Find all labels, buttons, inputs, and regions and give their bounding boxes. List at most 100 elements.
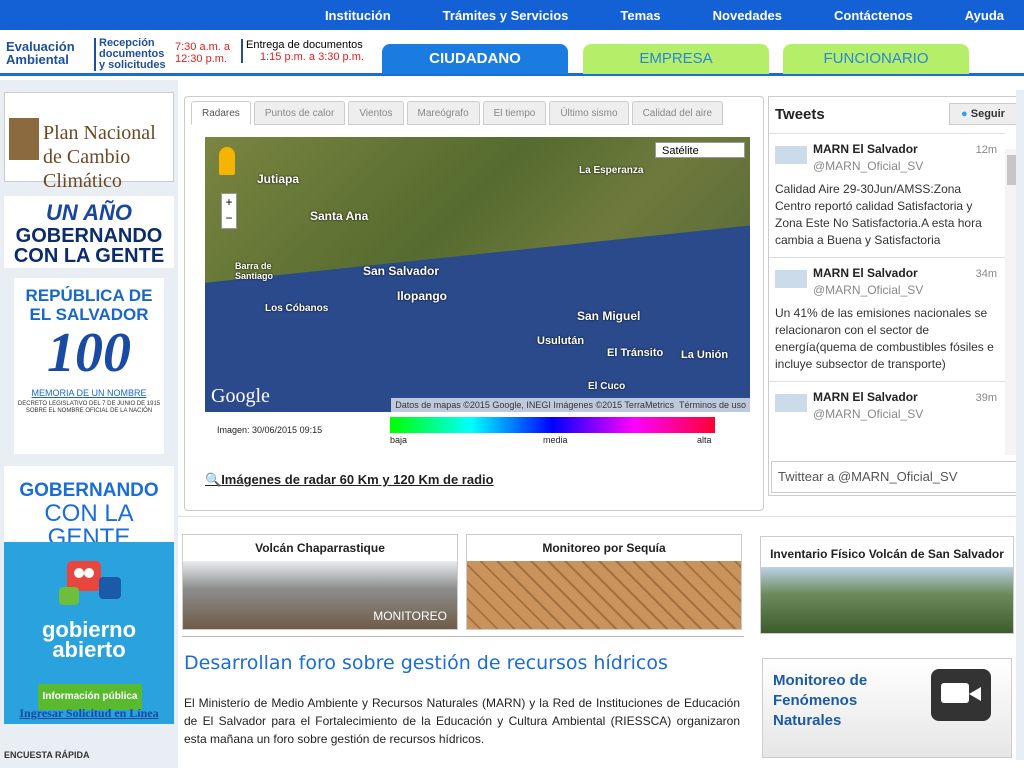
- pegman-icon[interactable]: [219, 147, 235, 175]
- tweet-list: MARN El Salvador @MARN_Oficial_SV 12m Ca…: [769, 133, 1005, 459]
- unano-line1: GOBERNANDO: [15, 225, 163, 247]
- tweet-handle: @MARN_Oficial_SV: [813, 159, 924, 173]
- news-headline[interactable]: Desarrollan foro sobre gestión de recurs…: [184, 652, 668, 674]
- tweet-item[interactable]: MARN El Salvador @MARN_Oficial_SV 34m Un…: [769, 257, 1005, 381]
- tab-ultimo-sismo[interactable]: Último sismo: [549, 101, 629, 125]
- encuesta-rapida[interactable]: ENCUESTA RÁPIDA: [4, 750, 174, 768]
- video-camera-icon: [931, 669, 991, 721]
- map-terms-link[interactable]: Términos de uso: [679, 400, 746, 410]
- tweet-handle: @MARN_Oficial_SV: [813, 407, 924, 421]
- zoom-control[interactable]: + −: [221, 193, 237, 229]
- scale-high: alta: [697, 435, 712, 445]
- tweet-text: Calidad Aire 29-30Jun/AMSS:Zona Centro r…: [775, 182, 982, 247]
- tab-puntos-calor[interactable]: Puntos de calor: [253, 101, 346, 125]
- rep-memoria: MEMORIA DE UN NOMBRE: [31, 388, 147, 398]
- map-label-la-esperanza: La Esperanza: [579, 165, 644, 176]
- republica-banner[interactable]: REPÚBLICA DE EL SALVADOR 100 MEMORIA DE …: [14, 278, 164, 454]
- radar-link-text: Imágenes de radar 60 Km y 120 Km de radi…: [221, 472, 494, 487]
- map-attribution-text: Datos de mapas ©2015 Google, INEGI Imáge…: [395, 400, 674, 410]
- top-navigation: Institución Trámites y Servicios Temas N…: [0, 0, 1024, 30]
- volcan-title: Volcán Chaparrastique: [255, 541, 385, 555]
- inventario-image: [761, 567, 1013, 633]
- tweet-item[interactable]: MARN El Salvador @MARN_Oficial_SV 12m Ca…: [769, 133, 1005, 257]
- tweet-text: Un 41% de las emisiones nacionales se re…: [775, 306, 994, 371]
- ent-time: 1:15 p.m. a 3:30 p.m.: [260, 51, 364, 63]
- volcan-chaparrastique-card[interactable]: Volcán Chaparrastique MONITOREO: [182, 534, 458, 630]
- tweet-time: 39m: [975, 392, 997, 404]
- right-edge-bar: [1016, 90, 1024, 760]
- plan-nacional-banner[interactable]: Plan Nacional de Cambio Climático: [4, 92, 174, 192]
- tab-ciudadano[interactable]: CIUDADANO: [382, 44, 568, 74]
- map-label-los-cobanos: Los Cóbanos: [265, 303, 329, 314]
- rtime-line2: 12:30 p.m.: [175, 53, 227, 65]
- plan-title: Plan Nacional de Cambio Climático: [43, 122, 156, 192]
- rec-line3: y solicitudes: [99, 59, 166, 71]
- twitter-bird-icon: ●: [961, 108, 968, 120]
- tab-radares[interactable]: Radares: [191, 101, 251, 125]
- intensity-scale-bar: [390, 417, 715, 433]
- radar-tabs: Radares Puntos de calor Vientos Mareógra…: [191, 101, 726, 125]
- tweets-title: Tweets: [775, 106, 825, 123]
- tweets-widget: Tweets ● Seguir MARN El Salvador @MARN_O…: [768, 96, 1022, 496]
- tab-el-tiempo[interactable]: El tiempo: [482, 101, 547, 125]
- tab-vientos[interactable]: Vientos: [348, 101, 404, 125]
- monitoreo-line3: Naturales: [773, 712, 842, 729]
- monitoreo-line1: Monitoreo de: [773, 672, 868, 689]
- tab-funcionario[interactable]: FUNCIONARIO: [783, 44, 969, 74]
- map-type-select[interactable]: Satélite: [655, 142, 745, 158]
- radar-images-link[interactable]: 🔍Imágenes de radar 60 Km y 120 Km de rad…: [205, 472, 494, 488]
- entrega-label: Entrega de documentos 1:15 p.m. a 3:30 p…: [241, 39, 364, 63]
- nav-contactenos[interactable]: Contáctenos: [834, 8, 913, 23]
- satellite-map[interactable]: Jutiapa Santa Ana San Salvador Ilopango …: [205, 137, 750, 412]
- rep-100: 100: [47, 322, 131, 384]
- tweet-item[interactable]: MARN El Salvador @MARN_Oficial_SV 39m: [769, 381, 1005, 429]
- scale-low: baja: [390, 435, 408, 445]
- nav-institucion[interactable]: Institución: [325, 8, 391, 23]
- nav-novedades[interactable]: Novedades: [713, 8, 782, 23]
- ea-line2: Ambiental: [6, 52, 69, 67]
- avatar: [775, 146, 807, 164]
- monitoreo-fenomenos-card[interactable]: Monitoreo de Fenómenos Naturales: [762, 658, 1012, 758]
- tweet-compose-input[interactable]: Twittear a @MARN_Oficial_SV: [771, 461, 1019, 493]
- follow-button[interactable]: ● Seguir: [949, 103, 1017, 125]
- tab-empresa[interactable]: EMPRESA: [583, 44, 769, 74]
- inventario-volcan-card[interactable]: Inventario Físico Volcán de San Salvador: [760, 536, 1014, 634]
- un-ano-banner[interactable]: UN AÑO GOBERNANDO CON LA GENTE: [4, 196, 174, 268]
- tweet-handle: @MARN_Oficial_SV: [813, 283, 924, 297]
- rep-decreto: DECRETO LEGISLATIVO DEL 7 DE JUNIO DE 19…: [17, 401, 161, 414]
- tab-mareografo[interactable]: Mareógrafo: [406, 101, 480, 125]
- unano-line2: CON LA GENTE: [13, 245, 165, 267]
- gobernando-banner[interactable]: GOBERNANDO CON LA GENTE: [4, 466, 174, 550]
- info-bar: Evaluación Ambiental Recepción documento…: [0, 30, 1024, 76]
- tab-calidad-aire[interactable]: Calidad del aire: [631, 101, 724, 125]
- evaluacion-ambiental-link[interactable]: Evaluación Ambiental: [6, 40, 75, 66]
- tweet-author: MARN El Salvador: [813, 390, 918, 404]
- zoom-out-icon[interactable]: −: [222, 210, 236, 226]
- nav-tramites[interactable]: Trámites y Servicios: [443, 8, 569, 23]
- map-label-el-transito: El Tránsito: [607, 347, 664, 359]
- monitoreo-sequia-card[interactable]: Monitoreo por Sequía: [466, 534, 742, 630]
- rep-line1: REPÚBLICA DE: [25, 286, 153, 305]
- map-label-la-union: La Unión: [681, 349, 729, 361]
- map-label-barra-santiago: Barra de Santiago: [235, 261, 274, 281]
- zoom-in-icon[interactable]: +: [222, 194, 236, 210]
- follow-label: Seguir: [970, 108, 1005, 120]
- unano-title: UN AÑO: [46, 200, 132, 225]
- ingresar-solicitud-link[interactable]: Ingresar Solicitud en Línea: [4, 706, 174, 721]
- map-label-san-salvador: San Salvador: [363, 264, 440, 278]
- magnifier-icon: 🔍: [205, 472, 222, 487]
- plan-logo-icon: [9, 118, 39, 160]
- gobierno-abierto-banner[interactable]: gobierno abierto Información pública: [4, 542, 174, 724]
- ent-line1: Entrega de documentos: [246, 39, 363, 51]
- news-body: El Ministerio de Medio Ambiente y Recurs…: [184, 696, 740, 746]
- recepcion-label: Recepción documentos y solicitudes: [94, 38, 166, 71]
- section-divider: [178, 516, 1024, 517]
- rtime-line1: 7:30 a.m. a: [175, 41, 231, 53]
- tweet-author: MARN El Salvador: [813, 142, 918, 156]
- nav-temas[interactable]: Temas: [620, 8, 660, 23]
- monitoreo-line2: Fenómenos: [773, 692, 858, 709]
- monitoreo-title: Monitoreo de Fenómenos Naturales: [773, 671, 867, 731]
- map-label-usulutan: Usulután: [537, 335, 585, 347]
- map-label-el-cuco: El Cuco: [588, 381, 626, 392]
- nav-ayuda[interactable]: Ayuda: [965, 8, 1004, 23]
